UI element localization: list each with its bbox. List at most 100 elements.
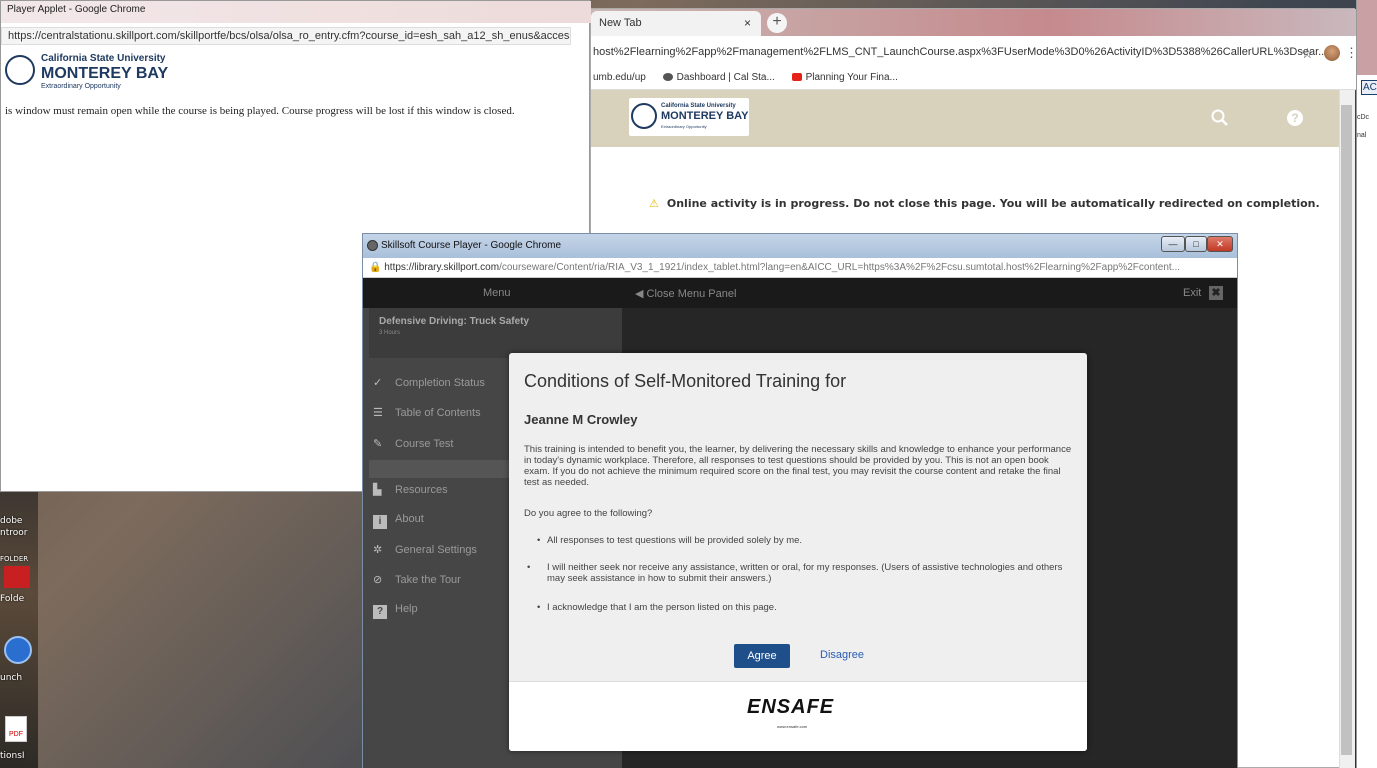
dialog-footer: ENSAFE www.ensafe.com <box>509 681 1087 751</box>
exit-icon[interactable]: ✖ <box>1209 286 1223 300</box>
desktop-icon-pdf-label: tionsI <box>0 751 25 761</box>
far-window-text: nal <box>1357 132 1367 139</box>
browser-menu-icon[interactable]: ⋮ <box>1345 45 1358 61</box>
disagree-link[interactable]: Disagree <box>820 649 864 661</box>
info-icon: i <box>373 515 387 529</box>
condition-text: I will neither seek nor receive any assi… <box>547 562 1063 584</box>
dialog-paragraph: This training is intended to benefit you… <box>524 444 1072 488</box>
close-menu-panel-button[interactable]: ◀ Close Menu Panel <box>635 287 736 300</box>
menu-label: Menu <box>483 287 511 299</box>
notice-text: Online activity is in progress. Do not c… <box>666 197 1320 210</box>
menu-item-label: Take the Tour <box>395 574 461 586</box>
tab-new-tab[interactable]: New Tab × <box>591 11 761 36</box>
close-tab-icon[interactable]: × <box>744 16 751 30</box>
tab-label: New Tab <box>599 17 642 29</box>
desktop-icon-folder-label: Folde <box>0 594 25 604</box>
far-window-text: cDc <box>1357 114 1370 121</box>
course-hours: 3 Hours <box>379 330 401 336</box>
url-host: https://library.skillport.com <box>384 262 500 273</box>
youtube-icon <box>791 73 802 81</box>
bookmark-planning[interactable]: Planning Your Fina... <box>791 72 898 83</box>
pdf-icon[interactable]: PDF <box>5 716 27 742</box>
logo-line2: MONTEREY BAY <box>41 65 169 82</box>
desktop-icon-launch-label: unch <box>0 673 23 683</box>
folder-icon[interactable] <box>4 566 30 588</box>
menu-item-about[interactable]: i About <box>373 513 424 529</box>
pencil-icon: ✎ <box>373 438 383 450</box>
address-bar[interactable]: 🔒 https://library.skillport.com/coursewa… <box>363 258 1237 278</box>
menu-item-completion-status[interactable]: ✓ Completion Status <box>373 376 485 389</box>
search-icon[interactable] <box>1211 109 1229 132</box>
address-bar[interactable]: host%2Flearning%2Fapp%2Fmanagement%2FLMS… <box>591 36 1356 68</box>
minimize-button[interactable]: — <box>1161 236 1185 252</box>
condition-text: I acknowledge that I am the person liste… <box>547 602 777 613</box>
window-title: Player Applet - Google Chrome <box>1 1 591 23</box>
condition-item: • All responses to test questions will be… <box>537 535 803 546</box>
exit-button[interactable]: Exit <box>1183 287 1201 299</box>
menu-item-help[interactable]: ? Help <box>373 603 418 619</box>
close-window-button[interactable]: ✕ <box>1207 236 1233 252</box>
condition-text: All responses to test questions will be … <box>547 535 803 546</box>
gear-icon: ✲ <box>373 544 383 556</box>
desktop-icon-label: ntroor <box>0 528 28 538</box>
logo-line3: Extraordinary Opportunity <box>41 83 121 90</box>
logo-line3: Extraordinary Opportunity <box>661 124 707 129</box>
chrome-icon <box>367 240 378 251</box>
scrollbar-thumb[interactable] <box>1341 105 1352 755</box>
window-title: Skillsoft Course Player - Google Chrome <box>363 234 1237 258</box>
dialog-title: Conditions of Self-Monitored Training fo… <box>524 371 847 391</box>
menu-item-label: Table of Contents <box>395 407 481 419</box>
far-window-button[interactable]: AC <box>1361 80 1377 95</box>
dialog-question: Do you agree to the following? <box>524 508 653 519</box>
resources-icon: ▙ <box>373 484 382 496</box>
logo-line1: California State University <box>41 53 166 64</box>
bookmarks-bar: umb.edu/up Dashboard | Cal Sta... Planni… <box>591 68 1356 90</box>
warning-icon: ⚠ <box>649 197 659 210</box>
menu-item-label: Completion Status <box>395 377 485 389</box>
condition-item: • I will neither seek nor receive any ass… <box>527 562 1063 584</box>
condition-item: • I acknowledge that I am the person list… <box>537 602 777 613</box>
url-path: /courseware/Content/ria/RIA_V3_1_1921/in… <box>499 262 1181 273</box>
csumb-seal-icon <box>5 55 35 85</box>
menu-item-resources[interactable]: ▙ Resources <box>373 483 448 496</box>
tour-icon: ⊘ <box>373 574 383 586</box>
csumb-seal-icon <box>631 103 657 129</box>
help-icon: ? <box>373 605 387 619</box>
learner-name: Jeanne M Crowley <box>524 412 638 427</box>
agree-button[interactable]: Agree <box>734 644 790 668</box>
completion-status-icon: ✓ <box>373 377 383 389</box>
csumb-logo[interactable]: California State University MONTEREY BAY… <box>629 98 749 136</box>
menu-item-label: General Settings <box>395 544 477 556</box>
background-window-right: AC cDc nal <box>1356 0 1377 768</box>
bookmark-label: umb.edu/up <box>593 72 646 83</box>
keep-open-message: is window must remain open while the cou… <box>5 105 515 117</box>
maximize-button[interactable]: □ <box>1185 236 1207 252</box>
bookmark-star-icon[interactable]: ☆ <box>1301 45 1314 62</box>
player-toolbar: Menu ◀ Close Menu Panel Exit ✖ <box>363 278 1237 308</box>
bookmark-label: Dashboard | Cal Sta... <box>676 72 775 83</box>
desktop-icon-adobe[interactable]: dobe <box>0 516 36 526</box>
menu-item-general-settings[interactable]: ✲ General Settings <box>373 543 477 556</box>
menu-item-label: Help <box>395 603 418 615</box>
help-icon[interactable]: ? <box>1287 110 1303 126</box>
new-tab-button[interactable]: + <box>767 13 787 33</box>
far-window-titlebar <box>1357 0 1377 75</box>
logo-line1: California State University <box>661 103 736 109</box>
launch-icon[interactable] <box>4 636 32 664</box>
logo-line2: MONTEREY BAY <box>661 110 749 122</box>
course-title: Defensive Driving: Truck Safety <box>379 316 530 327</box>
dashboard-icon <box>662 73 673 81</box>
lock-icon: 🔒 <box>369 262 385 273</box>
ensafe-logo: ENSAFE <box>747 696 835 718</box>
bookmark-dashboard[interactable]: Dashboard | Cal Sta... <box>662 72 775 83</box>
profile-avatar[interactable] <box>1324 45 1340 61</box>
in-progress-notice: ⚠ Online activity is in progress. Do not … <box>649 197 1320 210</box>
course-info: Defensive Driving: Truck Safety 3 Hours <box>369 308 622 358</box>
bookmark-label: Planning Your Fina... <box>805 72 898 83</box>
desktop-icon-folder[interactable]: FOLDER <box>0 555 36 563</box>
menu-item-take-the-tour[interactable]: ⊘ Take the Tour <box>373 573 461 586</box>
menu-item-course-test[interactable]: ✎ Course Test <box>373 437 454 450</box>
address-bar[interactable]: https://centralstationu.skillport.com/sk… <box>1 27 571 45</box>
bookmark-umb[interactable]: umb.edu/up <box>593 72 646 83</box>
menu-item-table-of-contents[interactable]: ☰ Table of Contents <box>373 406 481 419</box>
